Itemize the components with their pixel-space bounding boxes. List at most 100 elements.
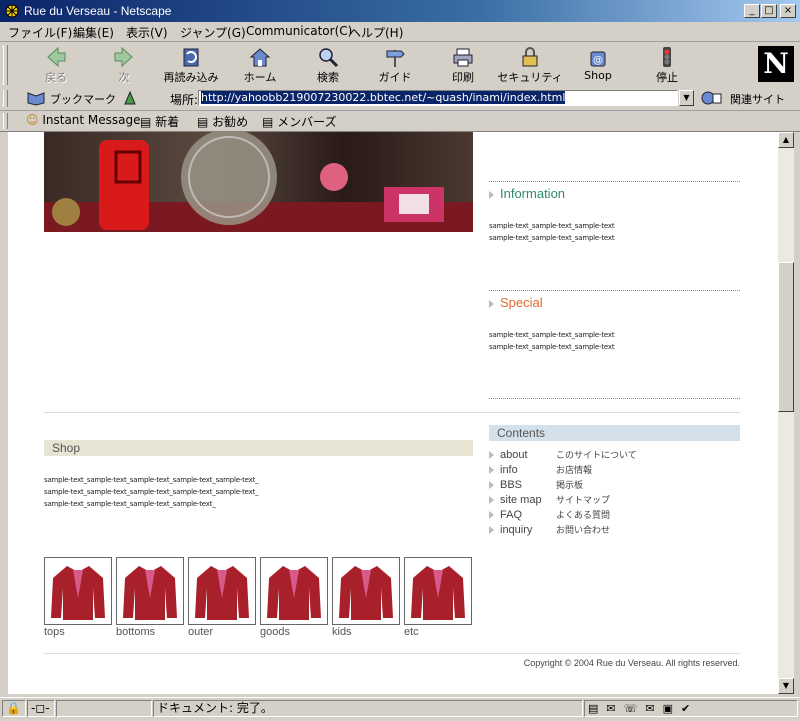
divider-dotted <box>489 398 740 399</box>
component-bar[interactable]: ▤✉☏✉▣✔ <box>584 700 798 717</box>
stop-button[interactable]: 停止 <box>634 44 700 86</box>
product-caption: etc <box>404 626 419 638</box>
bookmark-page-icon: ▤ <box>140 115 152 129</box>
bookmarks-icon <box>27 92 45 106</box>
url-dropdown-button[interactable]: ▼ <box>679 90 694 106</box>
window-title: Rue du Verseau - Netscape <box>24 4 172 18</box>
recommend-link[interactable]: ▤ お勧め <box>197 113 248 130</box>
product-caption: tops <box>44 626 65 638</box>
information-heading[interactable]: Information <box>489 186 565 201</box>
minimize-button[interactable]: _ <box>744 4 760 18</box>
page-viewport[interactable]: Information sample-text_sample-text_samp… <box>8 132 778 694</box>
netscape-logo[interactable]: N <box>758 46 794 82</box>
product-caption: kids <box>332 626 352 638</box>
status-text: ドキュメント: 完了。 <box>153 700 583 717</box>
contents-item-inquiry[interactable]: inquiry お問い合わせ <box>489 523 610 536</box>
menu-view[interactable]: 表示(V) <box>126 24 168 41</box>
section-separator <box>44 412 740 413</box>
security-status-icon[interactable]: 🔒 <box>2 700 26 717</box>
guide-button[interactable]: ガイド <box>362 44 428 86</box>
product-tile-etc[interactable]: etc <box>404 557 472 638</box>
reload-button[interactable]: 再読み込み <box>158 44 224 86</box>
information-line: sample-text_sample-text_sample-text <box>489 234 615 242</box>
home-icon <box>249 48 271 67</box>
search-icon <box>319 48 339 68</box>
contents-label: 掲示板 <box>556 480 584 490</box>
product-tile-goods[interactable]: goods <box>260 557 328 638</box>
divider-dotted <box>489 290 740 291</box>
new-link[interactable]: ▤ 新着 <box>140 113 179 130</box>
contents-item-faq[interactable]: FAQ よくある質問 <box>489 508 610 521</box>
product-tile-bottoms[interactable]: bottoms <box>116 557 184 638</box>
contents-label: よくある質問 <box>556 510 611 520</box>
arrow-right-icon <box>489 466 494 475</box>
blouse-icon <box>267 566 321 620</box>
arrow-right-icon <box>489 511 494 520</box>
product-tile-kids[interactable]: kids <box>332 557 400 638</box>
scroll-down-button[interactable]: ▼ <box>778 678 794 694</box>
shop-line: sample-text_sample-text_sample-text_samp… <box>44 500 216 508</box>
security-button[interactable]: セキュリティ <box>497 44 563 86</box>
contents-item-about[interactable]: about このサイトについて <box>489 448 637 461</box>
bookmarks-button[interactable]: ブックマーク <box>50 91 116 107</box>
product-tile-outer[interactable]: outer <box>188 557 256 638</box>
contents-item-info[interactable]: info お店情報 <box>489 463 592 476</box>
contents-key: FAQ <box>500 509 523 521</box>
maximize-button[interactable]: □ <box>761 4 777 18</box>
contents-label: このサイトについて <box>556 450 637 460</box>
search-button[interactable]: 検索 <box>295 44 361 86</box>
shop-header: Shop <box>44 440 473 456</box>
back-button[interactable]: 戻る <box>23 44 89 86</box>
navigation-toolbar: 戻る 次 再読み込み ホーム 検索 ガイド 印刷 セキュリティ @ Shop 停… <box>0 42 800 89</box>
personal-toolbar: ☺ Instant Message ▤ 新着 ▤ お勧め ▤ メンバーズ <box>0 111 800 132</box>
scroll-thumb[interactable] <box>778 262 794 412</box>
menu-edit[interactable]: 編集(E) <box>73 24 114 41</box>
reload-icon <box>183 48 199 67</box>
shop-button[interactable]: @ Shop <box>565 44 631 86</box>
copyright: Copyright © 2004 Rue du Verseau. All rig… <box>523 658 740 668</box>
menu-help[interactable]: ヘルプ(H) <box>349 24 403 41</box>
toolbar-grip[interactable] <box>3 45 8 85</box>
shop-text: sample-text_sample-text_sample-text_samp… <box>44 474 259 510</box>
shop-line: sample-text_sample-text_sample-text_samp… <box>44 476 259 484</box>
product-caption: outer <box>188 626 214 638</box>
close-button[interactable]: × <box>780 4 796 18</box>
contents-label: お問い合わせ <box>556 525 611 535</box>
page-proxy-icon[interactable] <box>122 90 138 106</box>
location-grip[interactable] <box>3 90 8 107</box>
personal-grip[interactable] <box>3 113 8 129</box>
print-button[interactable]: 印刷 <box>430 44 496 86</box>
menu-file[interactable]: ファイル(F) <box>8 24 72 41</box>
vertical-scrollbar[interactable]: ▲ ▼ <box>778 132 794 694</box>
contents-key: info <box>500 464 518 476</box>
contents-item-sitemap[interactable]: site map サイトマップ <box>489 493 610 506</box>
progress-panel <box>56 700 152 717</box>
related-sites-button[interactable]: 関連サイト <box>730 91 785 107</box>
forward-button[interactable]: 次 <box>91 44 157 86</box>
product-image <box>116 557 184 625</box>
scroll-up-button[interactable]: ▲ <box>778 132 794 148</box>
contents-key: about <box>500 449 528 461</box>
instant-message-link[interactable]: ☺ Instant Message <box>26 113 141 127</box>
menu-communicator[interactable]: Communicator(C) <box>246 24 352 38</box>
blouse-icon <box>411 566 465 620</box>
product-tile-tops[interactable]: tops <box>44 557 112 638</box>
special-heading[interactable]: Special <box>489 295 543 310</box>
members-link[interactable]: ▤ メンバーズ <box>262 113 337 130</box>
arrow-right-icon <box>489 496 494 505</box>
back-arrow-icon <box>47 46 66 68</box>
url-input[interactable]: http://yahoobb219007230022.bbtec.net/~qu… <box>198 90 678 106</box>
special-line: sample-text_sample-text_sample-text <box>489 331 615 339</box>
contents-item-bbs[interactable]: BBS 掲示板 <box>489 478 583 491</box>
netscape-app-icon <box>5 4 19 18</box>
special-line: sample-text_sample-text_sample-text <box>489 343 615 351</box>
hero-image <box>44 132 473 232</box>
product-image <box>44 557 112 625</box>
arrow-right-icon <box>489 526 494 535</box>
home-button[interactable]: ホーム <box>227 44 293 86</box>
menu-go[interactable]: ジャンプ(G) <box>180 24 246 41</box>
lock-icon <box>522 47 538 67</box>
product-image <box>404 557 472 625</box>
svg-text:@: @ <box>593 55 603 66</box>
blouse-icon <box>339 566 393 620</box>
